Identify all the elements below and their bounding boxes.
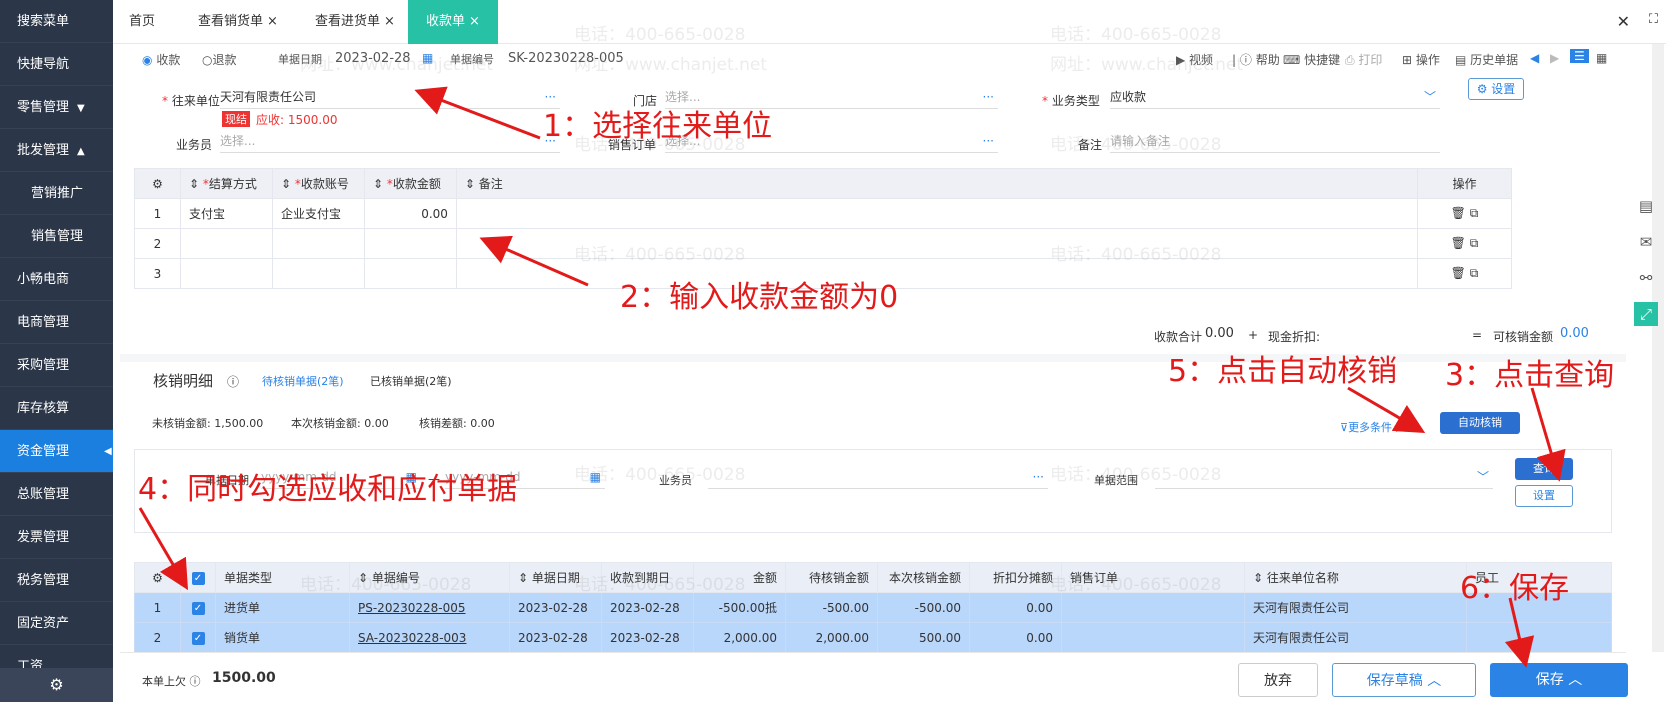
annotation-step-5: 5：点击自动核销: [1168, 354, 1398, 389]
annotation-arrows: [138, 86, 1566, 668]
annotation-step-1: 1：选择往来单位: [543, 109, 773, 144]
annotation-step-3: 3：点击查询: [1445, 358, 1615, 393]
annotation-step-2: 2：输入收款金额为0: [620, 280, 899, 315]
annotation-step-4: 4：同时勾选应收和应付单据: [138, 472, 518, 507]
annotation-step-6: 6：保存: [1460, 571, 1570, 606]
